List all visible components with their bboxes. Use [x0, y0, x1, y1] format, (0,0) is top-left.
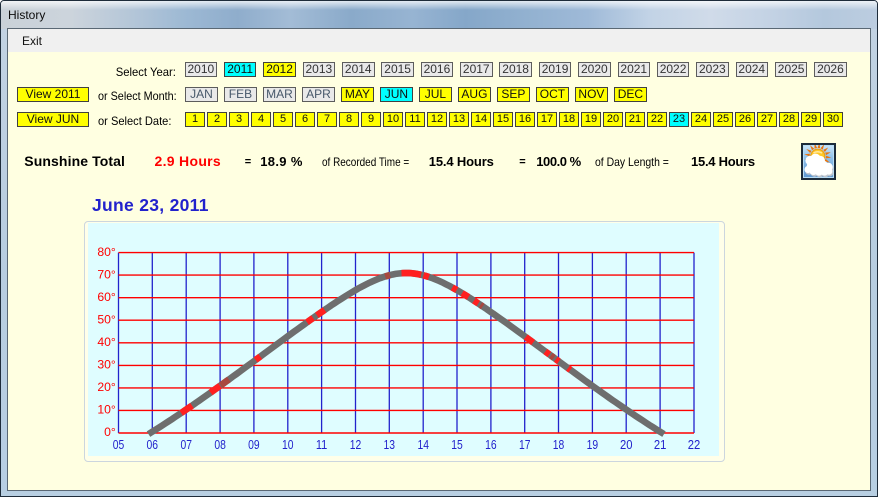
svg-text:07: 07	[180, 438, 192, 452]
svg-text:17: 17	[519, 438, 531, 452]
svg-text:10°: 10°	[97, 403, 116, 417]
svg-text:21: 21	[654, 438, 667, 452]
svg-text:15: 15	[451, 438, 463, 452]
svg-text:11: 11	[316, 438, 328, 452]
svg-text:70°: 70°	[97, 267, 116, 281]
svg-text:12: 12	[350, 438, 362, 452]
svg-text:60°: 60°	[97, 290, 116, 304]
svg-text:06: 06	[147, 438, 159, 452]
svg-text:14: 14	[417, 438, 429, 452]
svg-text:08: 08	[214, 438, 226, 452]
svg-text:16: 16	[485, 438, 497, 452]
svg-text:10: 10	[282, 438, 294, 452]
svg-text:40°: 40°	[97, 335, 116, 349]
svg-text:09: 09	[248, 438, 260, 452]
svg-text:05: 05	[113, 438, 125, 452]
svg-text:20: 20	[620, 438, 633, 452]
svg-text:18: 18	[553, 438, 565, 452]
svg-text:80°: 80°	[97, 245, 116, 259]
svg-text:19: 19	[587, 438, 599, 452]
svg-text:30°: 30°	[97, 358, 116, 372]
svg-text:22: 22	[688, 438, 701, 452]
svg-text:13: 13	[384, 438, 396, 452]
svg-text:50°: 50°	[97, 313, 116, 327]
svg-text:20°: 20°	[97, 380, 116, 394]
